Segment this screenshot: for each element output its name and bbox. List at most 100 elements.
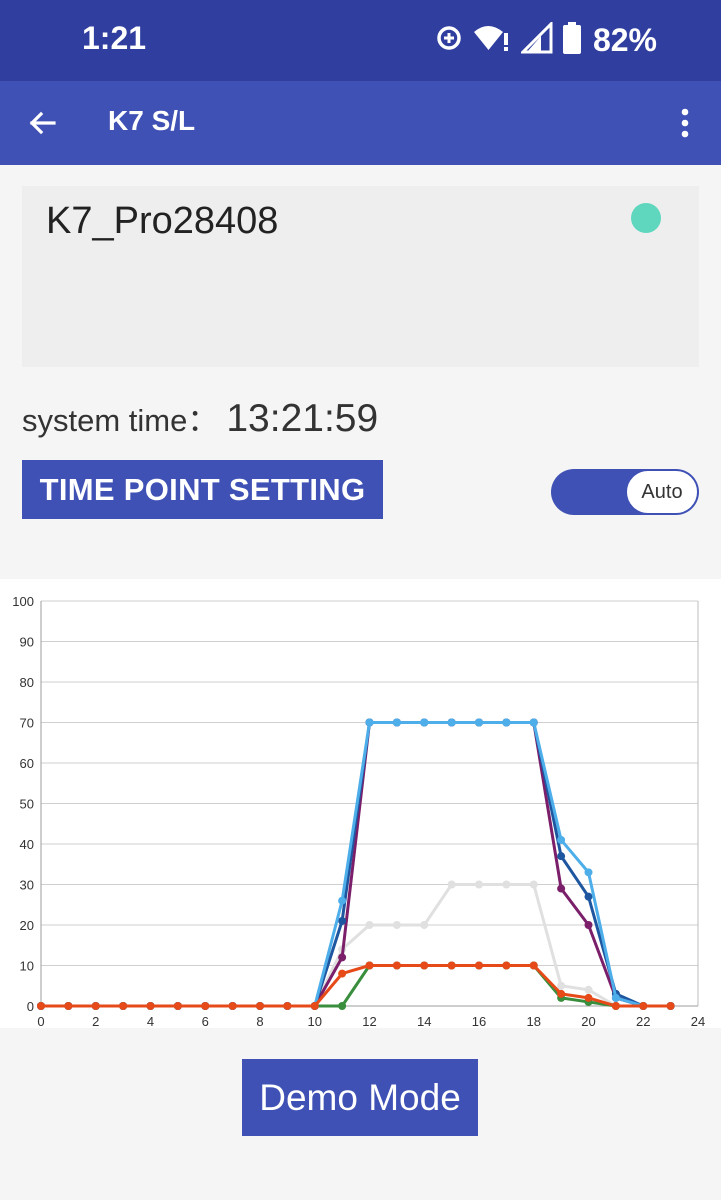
data-point xyxy=(447,880,456,889)
x-tick-label: 2 xyxy=(92,1014,99,1028)
data-point xyxy=(338,916,347,925)
time-point-setting-button[interactable]: TIME POINT SETTING xyxy=(22,460,383,519)
data-point xyxy=(584,985,593,994)
app-title: K7 S/L xyxy=(108,105,196,136)
wifi-alert-icon xyxy=(473,22,511,59)
device-card[interactable]: K7_Pro28408 xyxy=(22,186,699,367)
data-point xyxy=(529,961,538,970)
data-point xyxy=(557,852,566,861)
y-tick-label: 60 xyxy=(20,756,34,771)
x-tick-label: 18 xyxy=(527,1014,541,1028)
x-tick-label: 0 xyxy=(37,1014,44,1028)
data-point xyxy=(529,718,538,727)
data-point xyxy=(119,1002,128,1010)
connection-status-dot xyxy=(631,203,661,233)
status-bar: 1:21 82% xyxy=(0,0,721,81)
data-point xyxy=(365,921,374,929)
x-tick-label: 4 xyxy=(147,1014,154,1028)
x-tick-label: 20 xyxy=(581,1014,595,1028)
data-point xyxy=(666,1002,675,1010)
x-tick-label: 10 xyxy=(308,1014,322,1028)
system-time-row: system time： 13:21:59 xyxy=(22,395,378,441)
data-point xyxy=(475,880,483,889)
data-point xyxy=(256,1002,264,1010)
data-point xyxy=(365,718,374,727)
system-time-label: system time： xyxy=(22,403,219,438)
line-chart: 01020304050607080901000 2 4 6 8 10 12 14 16 18 20 2… xyxy=(12,594,705,1029)
data-point xyxy=(338,969,347,978)
data-point xyxy=(392,718,401,727)
y-tick-label: 70 xyxy=(20,716,34,731)
data-point xyxy=(584,921,593,929)
data-point xyxy=(639,1002,648,1010)
toggle-label: Auto xyxy=(641,480,683,503)
data-point xyxy=(611,993,620,1002)
x-tick-label: 6 xyxy=(202,1014,209,1028)
series-line xyxy=(41,721,671,1008)
data-point xyxy=(201,1002,210,1010)
data-point xyxy=(502,961,511,970)
battery-percent: 82% xyxy=(592,21,657,58)
data-point xyxy=(365,961,374,970)
data-point xyxy=(502,880,511,889)
data-point xyxy=(584,868,593,877)
y-tick-label: 30 xyxy=(20,878,34,893)
data-point xyxy=(475,961,483,970)
series-line xyxy=(41,721,671,1008)
data-point xyxy=(529,880,538,889)
data-point xyxy=(228,1002,237,1010)
data-point xyxy=(557,884,566,893)
data-point xyxy=(475,718,483,727)
data-point xyxy=(146,1002,155,1010)
data-point xyxy=(173,1002,182,1010)
x-tick-label: 22 xyxy=(636,1014,650,1028)
app-bar: K7 S/L xyxy=(0,81,721,165)
data-point xyxy=(338,1002,347,1010)
x-tick-label: 12 xyxy=(362,1014,376,1028)
data-point xyxy=(338,896,347,905)
y-tick-label: 80 xyxy=(20,675,34,690)
x-tick-label: 8 xyxy=(256,1014,263,1028)
y-tick-label: 100 xyxy=(12,594,34,609)
data-point xyxy=(310,1002,319,1010)
data-point xyxy=(64,1002,73,1010)
data-point xyxy=(420,921,429,929)
back-button[interactable] xyxy=(22,103,62,143)
data-point xyxy=(420,961,429,970)
data-point xyxy=(392,961,401,970)
battery-icon xyxy=(562,21,581,59)
device-name: K7_Pro28408 xyxy=(46,200,279,242)
overflow-menu-button[interactable] xyxy=(665,103,705,143)
status-time: 1:21 xyxy=(82,20,147,56)
data-point xyxy=(392,921,401,929)
data-point xyxy=(557,981,566,990)
y-tick-label: 40 xyxy=(20,837,34,852)
status-icons: 82% xyxy=(435,19,657,60)
data-point xyxy=(611,1002,620,1010)
series-line xyxy=(41,964,671,1008)
x-tick-label: 16 xyxy=(472,1014,486,1028)
series-line xyxy=(41,721,671,1008)
data-point xyxy=(420,718,429,727)
data-point xyxy=(557,989,566,998)
x-tick-label: 14 xyxy=(417,1014,431,1028)
auto-mode-toggle[interactable]: Auto xyxy=(551,469,699,515)
data-point xyxy=(557,835,566,844)
y-tick-label: 90 xyxy=(20,635,34,650)
data-point xyxy=(283,1002,292,1010)
data-point xyxy=(37,1002,45,1010)
y-tick-label: 0 xyxy=(27,999,34,1014)
toggle-thumb: Auto xyxy=(626,470,698,514)
cell-signal-icon xyxy=(519,19,553,59)
y-tick-label: 10 xyxy=(20,959,34,974)
data-saver-icon xyxy=(435,24,463,57)
light-schedule-chart[interactable]: 0 10 20 30 40 50 60 70 80 90 100 0 2 4 6 8 10 12 14 16 18 20 2… xyxy=(0,579,721,1029)
data-point xyxy=(584,892,593,901)
data-point xyxy=(338,953,347,962)
demo-mode-button[interactable]: Demo Mode xyxy=(242,1059,478,1136)
data-point xyxy=(584,993,593,1002)
data-point xyxy=(447,961,456,970)
y-tick-label: 20 xyxy=(20,918,34,933)
x-tick-label: 24 xyxy=(691,1014,705,1028)
arrow-back-icon xyxy=(22,111,62,147)
